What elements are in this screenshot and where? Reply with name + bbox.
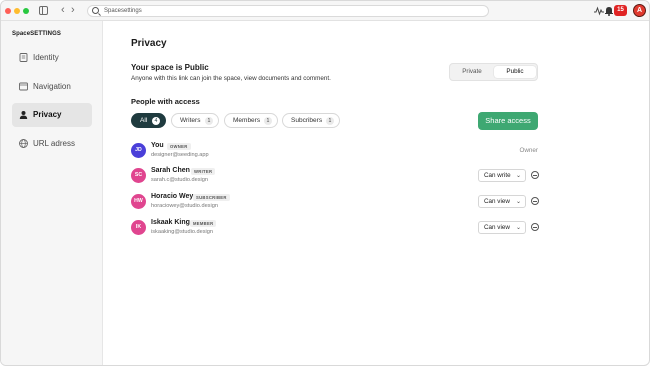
chevron-down-icon: ⌄ (515, 225, 521, 231)
permission-value: Can view (484, 224, 510, 231)
filter-subcribers[interactable]: Subcribers 1 (282, 113, 340, 128)
member-row: IK Iskaak King MEMBER iskaaking@studio.d… (131, 218, 545, 238)
filter-label: Members (233, 117, 261, 124)
role-badge: WRITER (191, 168, 216, 175)
remove-member-icon[interactable] (531, 171, 539, 179)
role-badge: OWNER (167, 143, 191, 150)
sidebar-item-label: Privacy (33, 110, 62, 119)
activity-icon[interactable] (594, 6, 604, 16)
sidebar-item-label: URL adress (33, 139, 75, 148)
privacy-panel: Privacy Your space is Public Anyone with… (104, 21, 649, 365)
visibility-toggle: Private Public (449, 63, 538, 81)
avatar: HW (131, 194, 146, 209)
chevron-down-icon: ⌄ (515, 173, 521, 179)
profile-avatar[interactable]: A (633, 4, 646, 17)
globe-icon (19, 139, 28, 148)
private-option[interactable]: Private (451, 66, 493, 78)
sidebar-item-label: Navigation (33, 82, 71, 91)
filter-count: 1 (264, 117, 272, 125)
member-email: designer@seeding.app (151, 152, 209, 158)
forward-arrow-icon[interactable]: › (71, 4, 75, 16)
member-email: sarah.c@studio.design (151, 177, 208, 183)
remove-member-icon[interactable] (531, 223, 539, 231)
page-title: Privacy (131, 38, 167, 49)
member-name: Sarah Chen (151, 167, 190, 174)
sidebar-item-url-adress[interactable]: URL adress (12, 132, 92, 156)
close-window-button[interactable] (5, 8, 11, 14)
role-badge: MEMBER (190, 220, 217, 227)
avatar: SC (131, 168, 146, 183)
avatar: JD (131, 143, 146, 158)
notification-badge[interactable]: 15 (614, 5, 627, 16)
public-option[interactable]: Public (494, 66, 536, 78)
maximize-window-button[interactable] (23, 8, 29, 14)
search-icon (92, 7, 99, 14)
person-icon (19, 111, 28, 119)
visibility-description: Anyone with this link can join the space… (131, 75, 331, 82)
permission-dropdown[interactable]: Can view ⌄ (478, 221, 526, 234)
visibility-heading: Your space is Public (131, 63, 209, 72)
permission-dropdown[interactable]: Can write ⌄ (478, 169, 526, 182)
chevron-down-icon: ⌄ (515, 199, 521, 205)
browser-toolbar: ‹ › Spacesettings 15 A (1, 1, 649, 21)
address-text: Spacesettings (104, 8, 142, 14)
filter-label: Subcribers (291, 117, 323, 124)
filter-label: Writers (180, 117, 201, 124)
sidebar-item-navigation[interactable]: Navigation (12, 75, 92, 99)
filter-count: 4 (152, 117, 160, 125)
sidebar-item-identity[interactable]: Identity (12, 46, 92, 70)
permission-dropdown[interactable]: Can view ⌄ (478, 195, 526, 208)
window-icon (19, 82, 28, 91)
bell-icon[interactable] (605, 6, 613, 16)
filter-all[interactable]: All 4 (131, 113, 166, 128)
owner-label: Owner (519, 147, 538, 154)
avatar: IK (131, 220, 146, 235)
sidebar-toggle-icon[interactable] (39, 6, 48, 15)
sidebar-item-privacy[interactable]: Privacy (12, 103, 92, 127)
minimize-window-button[interactable] (14, 8, 20, 14)
member-name: You (151, 142, 164, 149)
member-email: iskaaking@studio.design (151, 229, 213, 235)
filter-count: 1 (326, 117, 334, 125)
sidebar-item-label: Identity (33, 53, 59, 62)
browser-window: ‹ › Spacesettings 15 A SpaceSETTINGS Ide… (0, 0, 650, 366)
role-badge: SUBSCRIBER (193, 194, 230, 201)
member-name: Horacio Wey (151, 193, 194, 200)
member-row: HW Horacio Wey SUBSCRIBER horaciowey@stu… (131, 192, 545, 212)
address-bar[interactable]: Spacesettings (87, 5, 489, 17)
filter-writers[interactable]: Writers 1 (171, 113, 219, 128)
share-access-button[interactable]: Share access (478, 112, 538, 130)
settings-sidebar: SpaceSETTINGS Identity Navigation Privac… (1, 21, 103, 365)
people-heading: People with access (131, 97, 200, 106)
member-email: horaciowey@studio.design (151, 203, 218, 209)
filter-members[interactable]: Members 1 (224, 113, 278, 128)
filter-count: 1 (205, 117, 213, 125)
remove-member-icon[interactable] (531, 197, 539, 205)
id-card-icon (19, 53, 28, 62)
member-row: SC Sarah Chen WRITER sarah.c@studio.desi… (131, 166, 545, 186)
sidebar-title: SpaceSETTINGS (12, 31, 61, 37)
member-name: Iskaak King (151, 219, 190, 226)
filter-label: All (140, 117, 148, 124)
back-arrow-icon[interactable]: ‹ (61, 4, 65, 16)
member-row: JD You OWNER designer@seeding.app Owner (131, 141, 545, 161)
permission-value: Can view (484, 198, 510, 205)
permission-value: Can write (484, 172, 511, 179)
